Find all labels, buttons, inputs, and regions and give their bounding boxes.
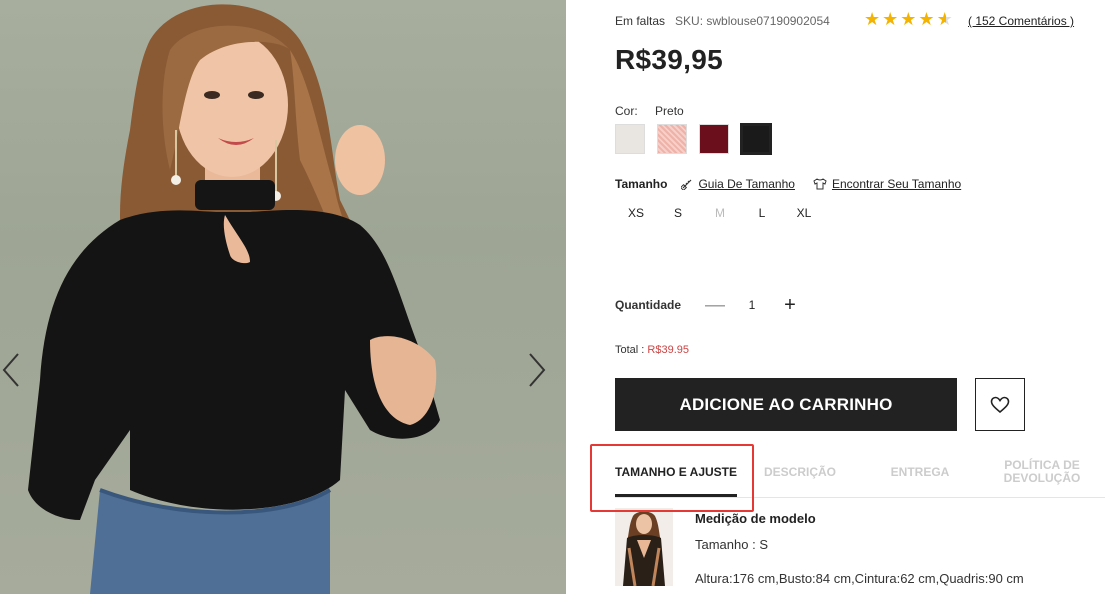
total-label: Total : [615, 344, 645, 356]
ruler-icon [681, 179, 692, 190]
highlight-box [590, 444, 754, 512]
shirt-icon [813, 178, 827, 190]
find-size-link[interactable]: Encontrar Seu Tamanho [813, 177, 961, 191]
product-photo [28, 4, 440, 594]
model-measurements: Altura:176 cm,Busto:84 cm,Cintura:62 cm,… [695, 571, 1024, 586]
size-option-xl[interactable]: XL [783, 204, 825, 222]
size-option-l[interactable]: L [741, 204, 783, 222]
next-image-arrow-icon[interactable] [524, 350, 548, 390]
find-size-text: Encontrar Seu Tamanho [831, 177, 962, 191]
color-swatch-white[interactable] [615, 124, 645, 154]
size-option-s[interactable]: S [657, 204, 699, 222]
stock-status: Em faltas [615, 14, 666, 28]
total-amount: R$39.95 [647, 344, 690, 356]
rating-stars: ★ ★ ★ ★ ★ [864, 10, 953, 28]
size-guide-link[interactable]: Guia De Tamanho [681, 177, 795, 191]
quantity-increase-button[interactable]: + [781, 295, 799, 315]
color-swatch-black[interactable] [741, 124, 771, 154]
size-header: Tamanho Guia De Tamanho Encontrar Seu Ta… [615, 177, 979, 191]
wishlist-button[interactable] [975, 378, 1025, 431]
size-option-xs[interactable]: XS [615, 204, 657, 222]
model-size: Tamanho : S [695, 537, 768, 552]
star-icon: ★ [918, 9, 935, 29]
reviews-link[interactable]: ( 152 Comentários ) [968, 14, 1074, 28]
product-price: R$39,95 [615, 44, 723, 75]
quantity-decrease-button[interactable]: — [705, 295, 725, 315]
product-meta-row: Em faltas SKU: swblouse07190902054 [615, 14, 830, 28]
selected-color: Preto [655, 104, 684, 118]
color-swatch-burgundy[interactable] [699, 124, 729, 154]
tab-description[interactable]: DESCRIÇÃO [755, 466, 845, 479]
quantity-stepper: Quantidade — 1 + [615, 295, 799, 315]
size-label: Tamanho [615, 177, 668, 191]
size-guide-text: Guia De Tamanho [698, 177, 795, 191]
model-title: Medição de modelo [695, 511, 816, 526]
star-icon: ★ [882, 9, 899, 29]
total-price: Total : R$39.95 [615, 344, 689, 356]
color-swatches [615, 124, 771, 154]
star-icon: ★ [864, 9, 881, 29]
color-label: Cor: Preto [615, 104, 684, 118]
half-star-icon: ★ [936, 9, 953, 29]
size-option-m[interactable]: M [699, 204, 741, 222]
product-image-gallery [0, 0, 566, 594]
color-swatch-pink[interactable] [657, 124, 687, 154]
color-label-text: Cor: [615, 104, 638, 118]
tab-return-policy[interactable]: POLÍTICA DE DEVOLUÇÃO [1000, 459, 1084, 485]
star-icon: ★ [900, 9, 917, 29]
model-thumbnail [615, 508, 673, 586]
heart-icon [990, 396, 1010, 413]
quantity-label: Quantidade [615, 298, 682, 312]
size-options: XS S M L XL [615, 204, 825, 222]
add-to-cart-button[interactable]: ADICIONE AO CARRINHO [615, 378, 957, 431]
previous-image-arrow-icon[interactable] [0, 350, 24, 390]
quantity-value[interactable]: 1 [723, 298, 781, 312]
product-sku: SKU: swblouse07190902054 [675, 14, 830, 28]
tab-delivery[interactable]: ENTREGA [877, 466, 963, 479]
